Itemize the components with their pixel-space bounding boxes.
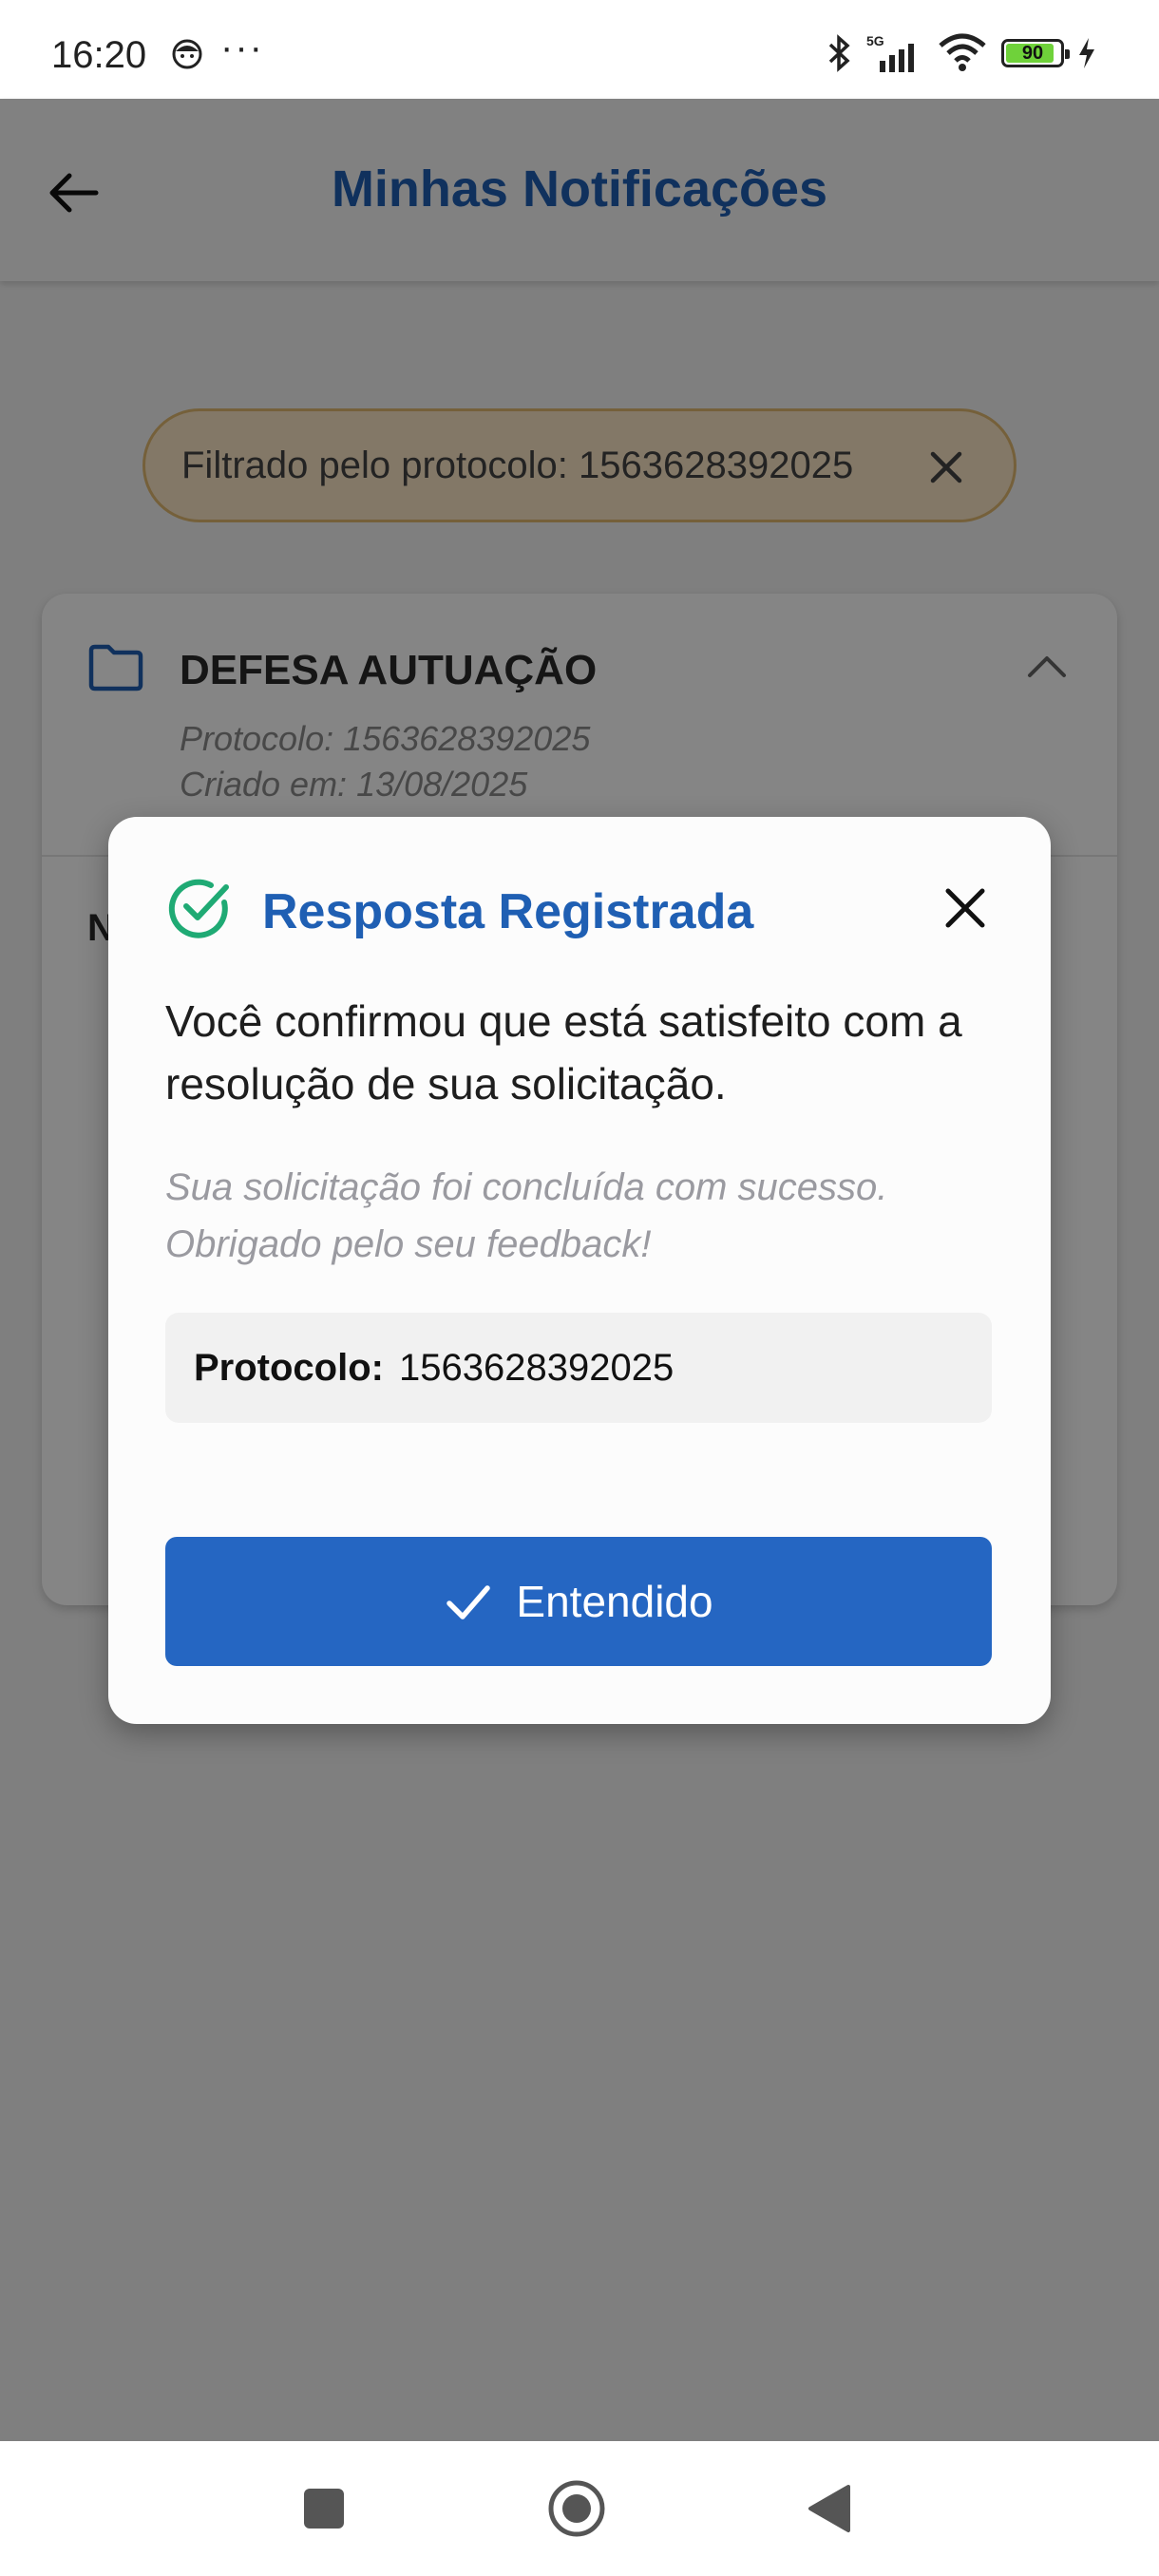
system-navigation-bar — [0, 2441, 1159, 2576]
protocol-box: Protocolo: 1563628392025 — [165, 1313, 992, 1423]
check-icon — [446, 1585, 491, 1619]
status-bar: 16:20 ··· 5G 90 — [0, 0, 1159, 99]
status-time: 16:20 — [51, 34, 147, 76]
svg-text:5G: 5G — [866, 33, 884, 48]
understood-button-label: Entendido — [516, 1577, 713, 1626]
battery-cap — [1065, 49, 1070, 59]
check-circle-icon — [168, 879, 229, 938]
battery-level: 90 — [1021, 42, 1044, 64]
square-icon — [304, 2489, 344, 2529]
battery-indicator: 90 — [1001, 39, 1070, 67]
home-circle-icon — [548, 2480, 605, 2537]
close-icon[interactable] — [939, 881, 992, 935]
back-nav-button[interactable] — [798, 2477, 861, 2540]
wifi-icon — [939, 33, 986, 71]
face-notification-icon — [172, 39, 202, 69]
understood-button[interactable]: Entendido — [165, 1537, 992, 1666]
signal-5g-icon: 5G — [866, 33, 914, 72]
home-button[interactable] — [545, 2477, 608, 2540]
status-icons: 5G 90 — [826, 32, 1096, 74]
back-triangle-icon — [808, 2485, 850, 2532]
protocol-label: Protocolo: — [194, 1346, 384, 1389]
dialog-message: Você confirmou que está satisfeito com a… — [165, 996, 962, 1108]
charging-icon — [1079, 38, 1094, 68]
dialog-subtitle: Sua solicitação foi concluída com sucess… — [165, 1166, 888, 1265]
dialog-title: Resposta Registrada — [262, 884, 754, 939]
confirmation-dialog: Resposta Registrada Você confirmou que e… — [108, 817, 1051, 1724]
protocol-value: 1563628392025 — [398, 1346, 674, 1389]
recents-button[interactable] — [293, 2477, 355, 2540]
more-notifications-icon: ··· — [220, 27, 264, 68]
bluetooth-icon — [828, 34, 850, 72]
